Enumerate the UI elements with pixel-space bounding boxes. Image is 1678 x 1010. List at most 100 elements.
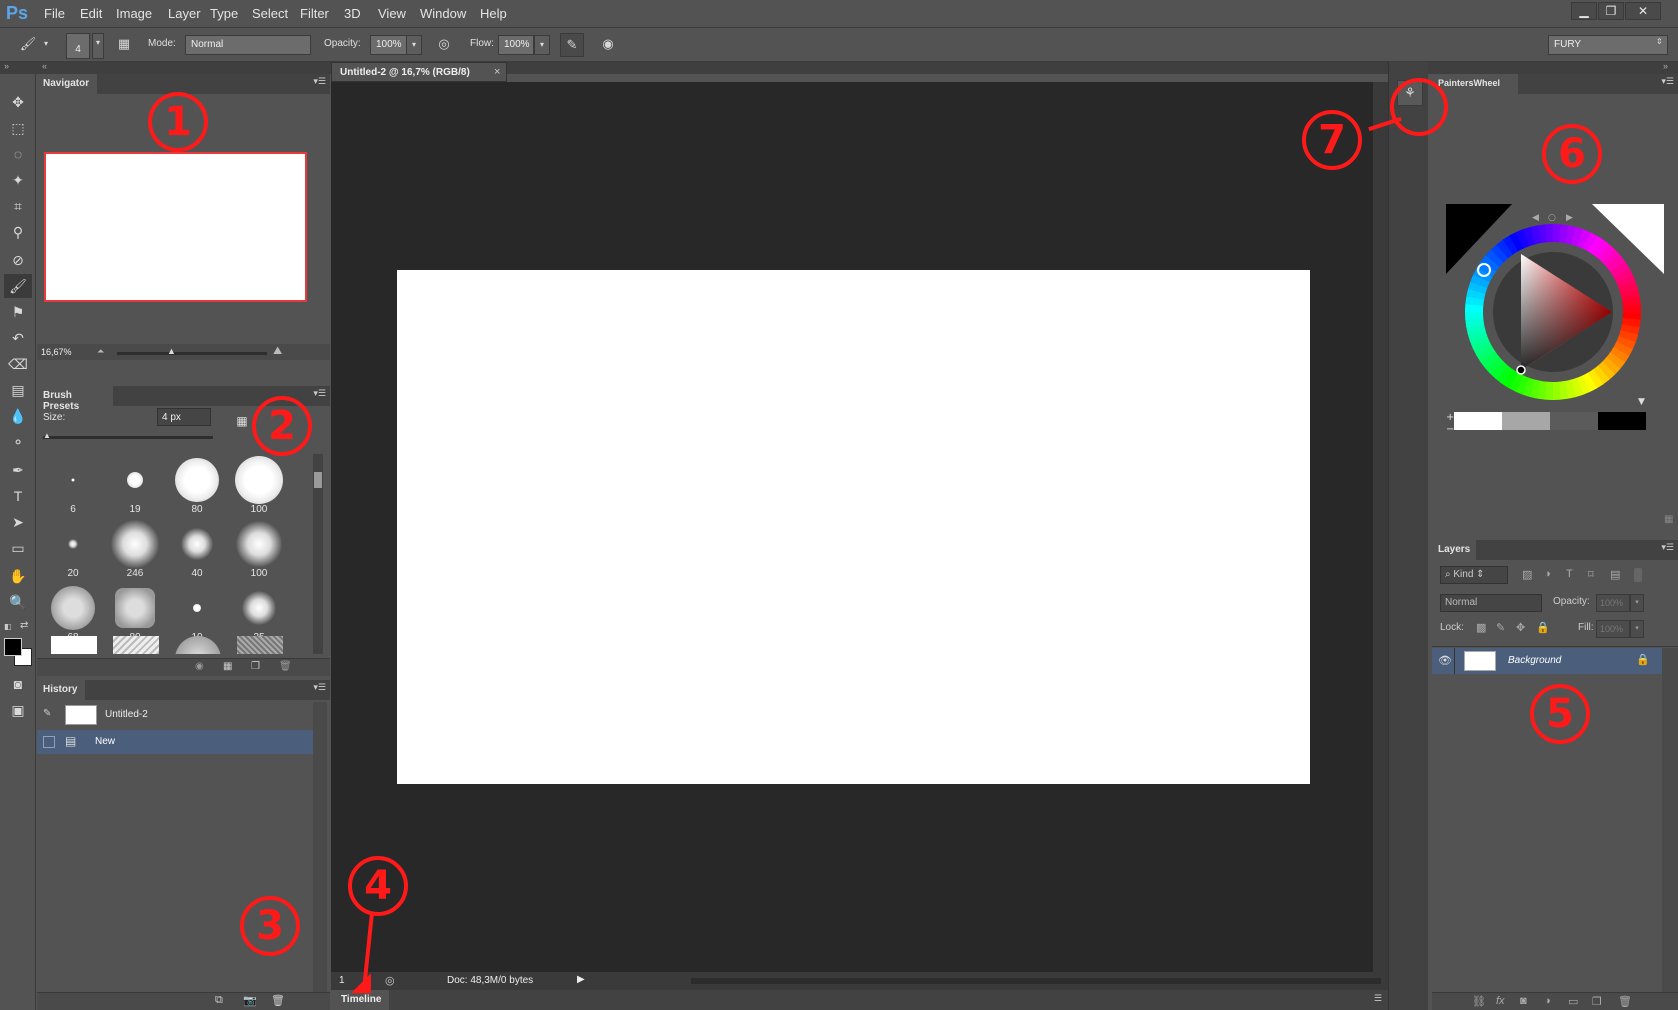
pressure-size-icon[interactable]: ◉ (596, 33, 620, 57)
workspace-dropdown-icon[interactable]: ⇕ (1656, 37, 1663, 46)
timeline-menu-icon[interactable]: ☰ (1374, 993, 1382, 1004)
menu-edit[interactable]: Edit (80, 6, 102, 21)
brush-panel-toggle-icon[interactable]: ▦ (112, 33, 136, 57)
brush-grid-scroll-thumb[interactable] (314, 472, 322, 488)
zoom-out-icon[interactable]: ⏶ (97, 346, 104, 357)
new-layer-icon[interactable]: ❐ (1592, 995, 1602, 1008)
swap-colors-icon[interactable]: ⇄ (20, 620, 28, 631)
menu-image[interactable]: Image (116, 6, 152, 21)
delete-state-icon[interactable]: 🗑 (271, 994, 285, 1007)
brush-preset-5[interactable]: 20 (43, 518, 103, 579)
fill-dropdown[interactable]: ▾ (1630, 620, 1644, 638)
history-item-new[interactable]: ▤ New (37, 730, 313, 754)
brush-preset-texture-2[interactable] (113, 636, 159, 654)
filter-toggle-switch[interactable] (1634, 568, 1642, 582)
tab-history[interactable]: History (37, 680, 85, 700)
menu-file[interactable]: File (44, 6, 65, 21)
gradient-tool-icon[interactable]: ▤ (4, 378, 32, 402)
document-tab-close-icon[interactable]: × (494, 66, 500, 78)
status-zoom[interactable]: 1 (339, 975, 345, 986)
brush-preset-9[interactable]: 68 (43, 582, 103, 643)
white-corner-swatch[interactable] (1592, 204, 1664, 274)
brush-toggle-visibility-icon[interactable]: ◉ (195, 661, 204, 672)
minimize-button[interactable]: ▁ (1571, 2, 1597, 20)
history-snapshot-row[interactable]: ✎ Untitled-2 (37, 702, 313, 728)
workspace-select[interactable]: FURY (1548, 35, 1668, 55)
filter-shape-icon[interactable]: ⌑ (1588, 568, 1594, 581)
navigator-preview[interactable] (44, 152, 307, 302)
pressure-opacity-icon[interactable]: ◎ (432, 33, 456, 57)
hand-tool-icon[interactable]: ✋ (4, 564, 32, 588)
move-tool-icon[interactable]: ✥ (4, 90, 32, 114)
close-window-button[interactable]: ✕ (1625, 2, 1661, 20)
rectangle-tool-icon[interactable]: ▭ (4, 536, 32, 560)
brush-size-dropdown[interactable]: ▾ (92, 33, 104, 59)
brush-preset-7[interactable]: 40 (167, 518, 227, 579)
history-scrollbar[interactable] (313, 702, 327, 992)
navigator-menu-icon[interactable]: ▾☰ (313, 76, 326, 87)
marquee-tool-icon[interactable]: ⬚ (4, 116, 32, 140)
layer-blend-mode-select[interactable]: Normal (1440, 594, 1542, 612)
brush-tool-preset-icon[interactable]: 🖌 (16, 33, 40, 57)
menu-view[interactable]: View (378, 6, 406, 21)
history-menu-icon[interactable]: ▾☰ (313, 682, 326, 693)
painterswheel-menu-icon[interactable]: ▾☰ (1661, 76, 1674, 87)
menu-help[interactable]: Help (480, 6, 507, 21)
fill-field[interactable]: 100% (1596, 620, 1630, 638)
menu-select[interactable]: Select (252, 6, 288, 21)
filter-pixel-icon[interactable]: ▨ (1522, 568, 1532, 581)
menu-filter[interactable]: Filter (300, 6, 329, 21)
brush-size-slider-thumb[interactable]: ▲ (43, 431, 51, 440)
layer-row-background[interactable]: 👁 Background 🔒 (1432, 648, 1662, 674)
wheel-prev-arrow-icon[interactable]: ◀ (1532, 213, 1539, 223)
swatch-black[interactable] (1598, 412, 1646, 430)
swatch-white[interactable] (1454, 412, 1502, 430)
pen-tool-icon[interactable]: ✒ (4, 458, 32, 482)
new-snapshot-icon[interactable]: 📷 (243, 994, 257, 1007)
layer-style-fx-icon[interactable]: fx (1496, 995, 1505, 1007)
tab-layers[interactable]: Layers (1432, 540, 1476, 560)
zoom-slider[interactable] (117, 352, 267, 355)
layer-name[interactable]: Background (1508, 655, 1561, 666)
flow-dropdown[interactable]: ▾ (534, 35, 550, 55)
history-item-checkbox[interactable] (43, 736, 55, 748)
zoom-slider-thumb[interactable]: ▲ (167, 346, 176, 356)
collapse-right-panels-icon[interactable]: » (1663, 61, 1668, 71)
delete-layer-icon[interactable]: 🗑 (1618, 995, 1632, 1008)
wheel-options-arrow-icon[interactable]: ▼ (1638, 397, 1645, 407)
navigator-zoom-value[interactable]: 16,67% (41, 347, 72, 357)
layer-filter-kind-select[interactable]: ⌕ Kind ⇕ (1440, 566, 1508, 584)
adjustment-layer-icon[interactable]: ◑ (1544, 995, 1551, 1007)
menu-layer[interactable]: Layer (168, 6, 201, 21)
filter-smart-object-icon[interactable]: ▤ (1610, 568, 1620, 581)
zoom-tool-icon[interactable]: 🔍 (4, 590, 32, 614)
canvas-vertical-scrollbar[interactable] (1373, 82, 1388, 972)
new-brush-icon[interactable]: ❐ (251, 661, 260, 672)
layer-opacity-dropdown[interactable]: ▾ (1630, 594, 1644, 612)
hue-segment[interactable] (1622, 304, 1641, 314)
brush-size-input[interactable]: 4 px (157, 408, 211, 426)
brush-size-slider[interactable] (43, 436, 213, 439)
screen-mode-icon[interactable]: ▣ (4, 698, 32, 722)
painterswheel-resize-grip-icon[interactable]: ▦ (1664, 514, 1673, 525)
tab-navigator[interactable]: Navigator (37, 74, 97, 94)
brush-open-panel-icon[interactable]: ▦ (223, 661, 232, 672)
brush-preset-texture-4[interactable] (237, 636, 283, 654)
document-tab[interactable]: Untitled-2 @ 16,7% (RGB/8) × (331, 62, 507, 82)
brush-preset-6[interactable]: 246 (105, 518, 165, 579)
brush-preset-12[interactable]: 35 (229, 582, 289, 643)
quick-mask-icon[interactable]: ◙ (4, 672, 32, 696)
menu-window[interactable]: Window (420, 6, 466, 21)
dodge-tool-icon[interactable]: ⚬ (4, 430, 32, 454)
brush-presets-menu-icon[interactable]: ▾☰ (313, 388, 326, 399)
brush-preset-1[interactable]: 6 (43, 454, 103, 515)
healing-brush-tool-icon[interactable]: ⊘ (4, 248, 32, 272)
lock-image-icon[interactable]: ✎ (1496, 621, 1505, 634)
lock-transparent-icon[interactable]: ▩ (1476, 621, 1486, 634)
mode-select[interactable]: Normal (185, 35, 311, 55)
brush-tool-icon[interactable]: 🖌 (4, 274, 32, 298)
layer-visibility-eye-icon[interactable]: 👁 (1438, 654, 1452, 667)
eyedropper-tool-icon[interactable]: ⚲ (4, 220, 32, 244)
brush-size-field[interactable]: 4 (66, 33, 90, 59)
lock-position-icon[interactable]: ✥ (1516, 621, 1525, 634)
